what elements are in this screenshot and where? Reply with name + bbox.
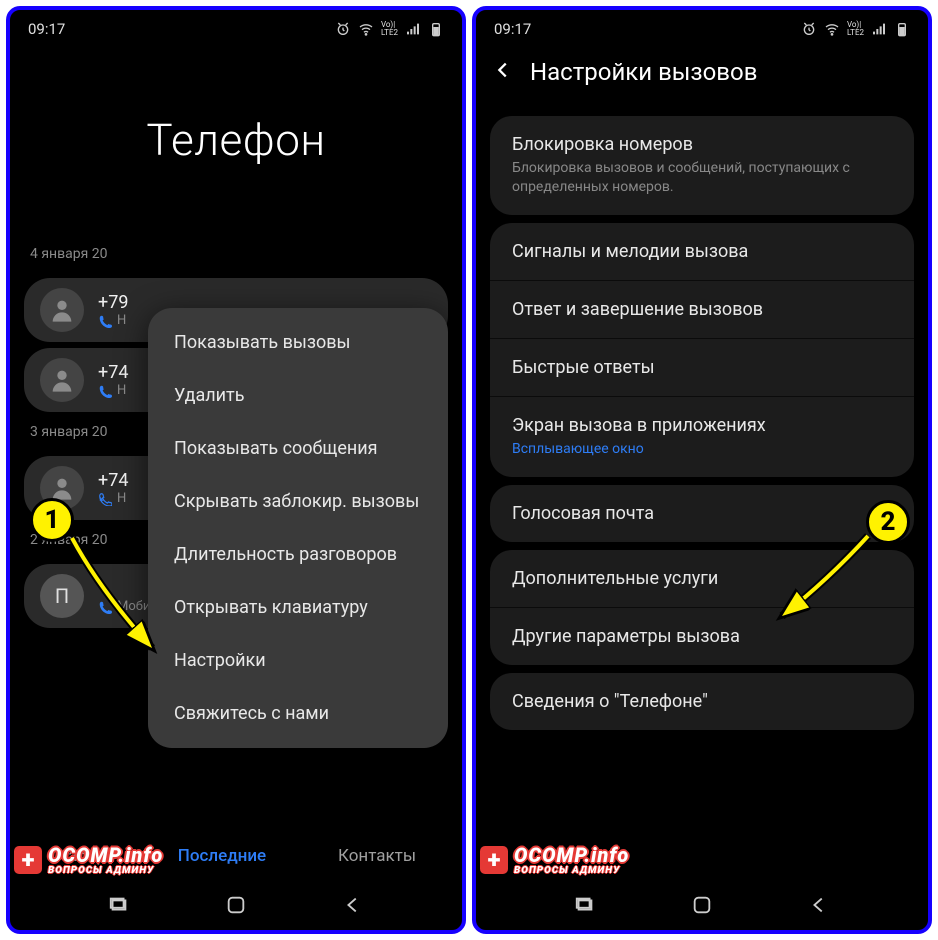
battery-icon xyxy=(894,22,910,36)
app-title-zone: Телефон xyxy=(10,40,462,240)
nav-home-icon[interactable] xyxy=(691,894,713,920)
context-menu: Показывать вызовы Удалить Показывать соо… xyxy=(148,308,448,748)
lte-icon: Vo)| LTE2 xyxy=(847,21,864,37)
callout-1: 1 xyxy=(30,498,74,542)
status-time: 09:17 xyxy=(28,20,65,38)
settings-group: Сигналы и мелодии вызова Ответ и заверше… xyxy=(490,223,914,477)
wifi-icon xyxy=(824,22,840,36)
phone-screen-left: 09:17 Vo)| LTE2 Телефон 4 января 20 +79 … xyxy=(6,6,466,934)
android-nav xyxy=(10,884,462,930)
watermark-plus-icon: + xyxy=(14,846,42,874)
signal-icon xyxy=(405,22,421,36)
watermark: + OCOMP.info ВОПРОСЫ АДМИНУ xyxy=(480,843,629,876)
lte-icon: Vo)| LTE2 xyxy=(381,21,398,37)
alarm-icon xyxy=(335,22,351,36)
menu-item-show-messages[interactable]: Показывать сообщения xyxy=(148,422,448,475)
android-nav xyxy=(476,884,928,930)
menu-item-delete[interactable]: Удалить xyxy=(148,369,448,422)
back-icon[interactable] xyxy=(492,59,514,85)
nav-recents-icon[interactable] xyxy=(108,894,130,920)
app-title: Телефон xyxy=(146,114,325,166)
settings-group: Сведения о "Телефоне" xyxy=(490,673,914,730)
nav-back-icon[interactable] xyxy=(342,894,364,920)
battery-icon xyxy=(428,22,444,36)
avatar-icon xyxy=(40,288,84,332)
phone-screen-right: 09:17 Vo)| LTE2 Настройки вызовов Блокир… xyxy=(472,6,932,934)
watermark: + OCOMP.info ВОПРОСЫ АДМИНУ xyxy=(14,843,163,876)
settings-header: Настройки вызовов xyxy=(476,40,928,108)
nav-back-icon[interactable] xyxy=(808,894,830,920)
menu-item-contact-us[interactable]: Свяжитесь с нами xyxy=(148,687,448,740)
settings-row-ringtones[interactable]: Сигналы и мелодии вызова xyxy=(490,223,914,280)
menu-item-show-calls[interactable]: Показывать вызовы xyxy=(148,316,448,369)
nav-recents-icon[interactable] xyxy=(574,894,596,920)
arrow-2-icon xyxy=(768,530,878,630)
watermark-plus-icon: + xyxy=(480,846,508,874)
date-header-1: 4 января 20 xyxy=(10,240,462,272)
avatar-icon xyxy=(40,358,84,402)
wifi-icon xyxy=(358,22,374,36)
settings-row-answering[interactable]: Ответ и завершение вызовов xyxy=(490,280,914,338)
settings-row-block-numbers[interactable]: Блокировка номеров Блокировка вызовов и … xyxy=(490,116,914,215)
status-bar: 09:17 Vo)| LTE2 xyxy=(10,10,462,40)
nav-home-icon[interactable] xyxy=(225,894,247,920)
menu-item-hide-blocked[interactable]: Скрывать заблокир. вызовы xyxy=(148,475,448,528)
arrow-1-icon xyxy=(60,530,170,660)
menu-item-call-duration[interactable]: Длительность разговоров xyxy=(148,528,448,581)
alarm-icon xyxy=(801,22,817,36)
status-time: 09:17 xyxy=(494,20,531,38)
callout-2: 2 xyxy=(866,500,910,544)
tab-contacts[interactable]: Контакты xyxy=(338,846,416,866)
signal-icon xyxy=(871,22,887,36)
menu-item-settings[interactable]: Настройки xyxy=(148,634,448,687)
tab-recent[interactable]: Последние xyxy=(178,846,266,866)
status-bar: 09:17 Vo)| LTE2 xyxy=(476,10,928,40)
menu-item-open-dialpad[interactable]: Открывать клавиатуру xyxy=(148,581,448,634)
settings-row-about[interactable]: Сведения о "Телефоне" xyxy=(490,673,914,730)
settings-row-quick-replies[interactable]: Быстрые ответы xyxy=(490,338,914,396)
settings-group: Блокировка номеров Блокировка вызовов и … xyxy=(490,116,914,215)
status-right: Vo)| LTE2 xyxy=(335,21,444,37)
settings-row-call-display[interactable]: Экран вызова в приложениях Всплывающее о… xyxy=(490,396,914,477)
settings-title: Настройки вызовов xyxy=(530,58,757,86)
status-right: Vo)| LTE2 xyxy=(801,21,910,37)
